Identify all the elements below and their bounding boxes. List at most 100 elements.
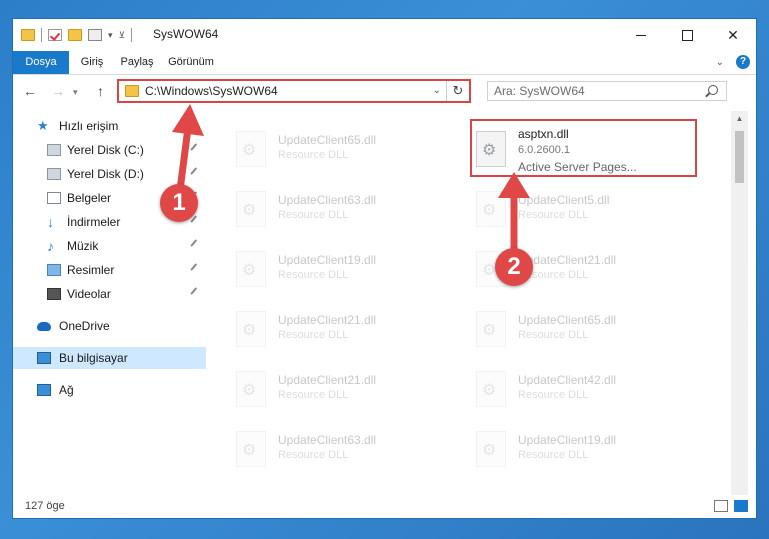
maximize-icon xyxy=(681,29,693,41)
navigation-pane: ★ Hızlı erişim Yerel Disk (C:) Yerel Dis… xyxy=(13,115,206,495)
title-bar: ▾ ⊻ SysWOW64 ✕ xyxy=(13,19,756,51)
new-folder-icon[interactable] xyxy=(68,29,82,41)
navigation-bar: ← → ▾ ↑ C:\Windows\SysWOW64 ⌄ ↻ Ara: Sys… xyxy=(13,75,756,107)
tab-file[interactable]: Dosya xyxy=(13,51,69,74)
file-type: Resource DLL xyxy=(278,149,349,161)
file-type: Resource DLL xyxy=(518,209,589,221)
tab-home[interactable]: Giriş xyxy=(71,51,113,74)
sidebar-item-pictures[interactable]: Resimler xyxy=(13,259,206,281)
sidebar-item-disk-c[interactable]: Yerel Disk (C:) xyxy=(13,139,206,161)
explorer-window: ▾ ⊻ SysWOW64 ✕ Dosya Giriş Paylaş Görünü… xyxy=(12,18,757,519)
step-marker-2: 2 xyxy=(495,248,533,286)
back-arrow-icon[interactable]: ← xyxy=(23,83,37,99)
help-icon[interactable]: ? xyxy=(736,55,750,69)
tab-share[interactable]: Paylaş xyxy=(113,51,161,74)
list-item[interactable]: UpdateClient19.dll Resource DLL xyxy=(468,423,698,479)
minimize-icon xyxy=(636,34,646,36)
list-item[interactable]: UpdateClient63.dll Resource DLL xyxy=(228,423,458,479)
sidebar-item-label: Videolar xyxy=(67,287,111,301)
properties-check-icon[interactable] xyxy=(48,29,62,41)
chevron-down-icon[interactable]: ⌄ xyxy=(716,57,724,68)
dll-file-icon xyxy=(476,131,506,167)
sidebar-item-label: Ağ xyxy=(59,383,74,397)
dll-file-icon xyxy=(476,371,506,407)
file-type: Resource DLL xyxy=(278,269,349,281)
list-item[interactable]: UpdateClient63.dll Resource DLL xyxy=(228,183,458,239)
scroll-up-icon[interactable]: ▲ xyxy=(731,111,748,127)
file-name: UpdateClient21.dll xyxy=(278,313,377,327)
list-item[interactable]: UpdateClient65.dll Resource DLL xyxy=(468,303,698,359)
ribbon-tabs: Dosya Giriş Paylaş Görünüm ⌄ ? xyxy=(13,51,756,75)
search-input[interactable]: Ara: SysWOW64 xyxy=(487,81,727,101)
file-type: Resource DLL xyxy=(278,209,349,221)
maximize-button[interactable] xyxy=(664,19,710,51)
list-item[interactable]: UpdateClient21.dll Resource DLL xyxy=(228,303,458,359)
minimize-button[interactable] xyxy=(618,19,664,51)
sidebar-item-label: İndirmeler xyxy=(67,215,121,229)
pin-icon[interactable] xyxy=(190,263,202,275)
folder-icon[interactable] xyxy=(21,29,35,41)
highlighted-file-asptxn[interactable]: asptxn.dll 6.0.2600.1 Active Server Page… xyxy=(468,123,698,179)
close-button[interactable]: ✕ xyxy=(710,19,756,51)
download-icon: ↓ xyxy=(47,214,54,230)
address-path[interactable]: C:\Windows\SysWOW64 xyxy=(145,84,278,98)
list-item[interactable]: UpdateClient42.dll Resource DLL xyxy=(468,363,698,419)
refresh-button[interactable]: ↻ xyxy=(446,81,469,101)
documents-icon xyxy=(47,192,61,204)
dll-file-icon xyxy=(236,311,266,347)
dll-file-icon xyxy=(236,191,266,227)
list-item[interactable]: UpdateClient5.dll Resource DLL xyxy=(468,183,698,239)
customize-toolbar-icon[interactable]: ⊻ xyxy=(119,30,126,41)
details-view-icon[interactable] xyxy=(714,500,728,512)
pin-icon[interactable] xyxy=(190,287,202,299)
sidebar-item-label: Yerel Disk (C:) xyxy=(67,143,144,157)
list-item[interactable]: UpdateClient21.dll Resource DLL xyxy=(228,363,458,419)
large-icons-view-icon[interactable] xyxy=(734,500,748,512)
vertical-scrollbar[interactable]: ▲ xyxy=(731,111,748,495)
search-icon[interactable] xyxy=(708,85,718,95)
recent-locations-chevron-icon[interactable]: ▾ xyxy=(73,87,78,98)
sidebar-item-music[interactable]: ♪ Müzik xyxy=(13,235,206,257)
file-name: UpdateClient65.dll xyxy=(518,313,617,327)
sidebar-item-videos[interactable]: Videolar xyxy=(13,283,206,305)
pin-icon[interactable] xyxy=(190,167,202,179)
address-bar[interactable]: C:\Windows\SysWOW64 ⌄ ↻ xyxy=(117,79,471,103)
toolbar-divider xyxy=(131,28,133,42)
dll-file-icon xyxy=(236,131,266,167)
sidebar-item-network[interactable]: Ağ xyxy=(13,379,206,401)
view-properties-icon[interactable] xyxy=(88,29,102,41)
ribbon-controls: ⌄ ? xyxy=(716,55,750,69)
sidebar-item-disk-d[interactable]: Yerel Disk (D:) xyxy=(13,163,206,185)
sidebar-item-this-pc[interactable]: Bu bilgisayar xyxy=(13,347,206,369)
pin-icon[interactable] xyxy=(190,215,202,227)
scroll-thumb[interactable] xyxy=(735,131,744,183)
file-version: 6.0.2600.1 xyxy=(518,144,570,156)
drive-icon xyxy=(47,168,61,180)
network-icon xyxy=(37,384,51,396)
window-title: SysWOW64 xyxy=(153,27,219,41)
pin-icon[interactable] xyxy=(190,143,202,155)
file-name: UpdateClient21.dll xyxy=(278,373,377,387)
sidebar-item-onedrive[interactable]: OneDrive xyxy=(13,315,206,337)
drive-icon xyxy=(47,144,61,156)
pin-icon[interactable] xyxy=(190,239,202,251)
dll-file-icon xyxy=(236,251,266,287)
file-type: Resource DLL xyxy=(278,329,349,341)
list-item[interactable]: UpdateClient65.dll Resource DLL xyxy=(228,123,458,179)
file-type: Resource DLL xyxy=(518,389,589,401)
chevron-down-icon[interactable]: ⌄ xyxy=(433,85,441,96)
up-arrow-icon[interactable]: ↑ xyxy=(97,83,104,99)
chevron-down-icon[interactable]: ▾ xyxy=(108,30,113,41)
file-description: Active Server Pages... xyxy=(518,160,637,174)
file-type: Resource DLL xyxy=(278,389,349,401)
status-bar: 127 öge xyxy=(13,496,756,518)
forward-arrow-icon[interactable]: → xyxy=(51,83,65,99)
tab-view[interactable]: Görünüm xyxy=(163,51,219,74)
list-item[interactable]: UpdateClient19.dll Resource DLL xyxy=(228,243,458,299)
videos-icon xyxy=(47,288,61,300)
refresh-icon: ↻ xyxy=(452,83,464,98)
sidebar-item-quick-access[interactable]: ★ Hızlı erişim xyxy=(13,115,206,137)
file-name: UpdateClient63.dll xyxy=(278,193,377,207)
dll-file-icon xyxy=(236,371,266,407)
file-name: UpdateClient5.dll xyxy=(518,193,610,207)
